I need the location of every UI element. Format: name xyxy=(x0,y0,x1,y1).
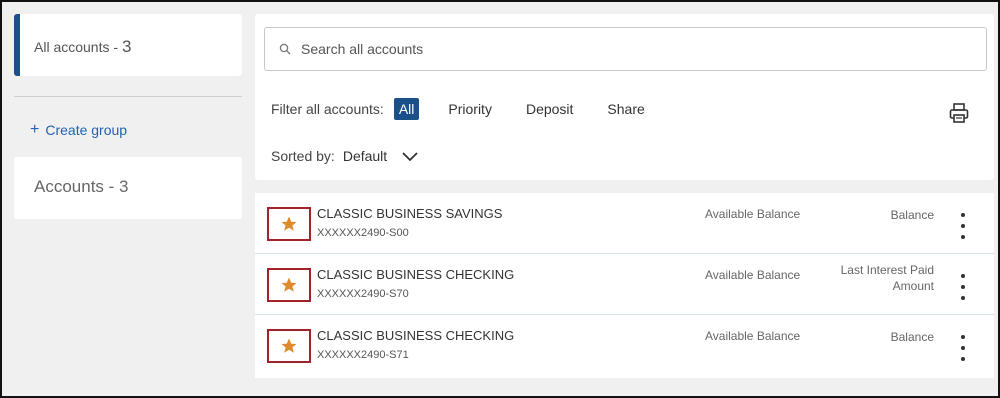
sidebar-item-accounts-group[interactable]: Accounts - 3 xyxy=(14,157,242,219)
favorite-star-button[interactable] xyxy=(267,268,311,302)
balance-label: Balance xyxy=(890,208,934,222)
account-row[interactable]: CLASSIC BUSINESS SAVINGS XXXXXX2490-S00 … xyxy=(255,193,994,254)
filter-option-deposit[interactable]: Deposit xyxy=(521,98,578,120)
star-icon xyxy=(281,277,297,292)
sort-control[interactable]: Sorted by: Default xyxy=(271,148,419,164)
create-group-link[interactable]: + Create group xyxy=(30,121,127,139)
filter-option-priority[interactable]: Priority xyxy=(443,98,497,120)
accounts-group-label: Accounts - 3 xyxy=(34,177,129,196)
filter-row: Filter all accounts: All Priority Deposi… xyxy=(271,98,674,120)
account-name[interactable]: CLASSIC BUSINESS SAVINGS xyxy=(317,206,502,221)
account-number: XXXXXX2490-S70 xyxy=(317,288,409,300)
account-number: XXXXXX2490-S71 xyxy=(317,349,409,361)
sidebar-divider xyxy=(14,96,242,97)
balance-label: Balance xyxy=(890,330,934,344)
sort-value: Default xyxy=(342,148,388,164)
more-options-icon[interactable] xyxy=(958,213,968,239)
account-number: XXXXXX2490-S00 xyxy=(317,227,409,239)
sidebar-item-all-accounts[interactable]: All accounts - 3 xyxy=(14,14,242,76)
account-name[interactable]: CLASSIC BUSINESS CHECKING xyxy=(317,267,514,282)
favorite-star-button[interactable] xyxy=(267,329,311,363)
available-balance-label: Available Balance xyxy=(705,268,801,282)
favorite-star-button[interactable] xyxy=(267,207,311,241)
more-options-icon[interactable] xyxy=(958,335,968,361)
filter-label: Filter all accounts: xyxy=(271,101,384,117)
account-name[interactable]: CLASSIC BUSINESS CHECKING xyxy=(317,328,514,343)
star-icon xyxy=(281,338,297,353)
filter-option-all[interactable]: All xyxy=(393,98,420,120)
account-row[interactable]: CLASSIC BUSINESS CHECKING XXXXXX2490-S70… xyxy=(255,254,994,315)
create-group-label: Create group xyxy=(45,122,128,138)
star-icon xyxy=(281,216,297,231)
search-input[interactable] xyxy=(301,41,901,57)
balance-label: Last Interest Paid Amount xyxy=(840,263,934,293)
chevron-down-icon xyxy=(402,152,418,162)
available-balance-label: Available Balance xyxy=(705,207,801,221)
search-icon xyxy=(279,42,293,56)
app-frame: All accounts - 3 + Create group Accounts… xyxy=(0,0,1000,398)
account-row[interactable]: CLASSIC BUSINESS CHECKING XXXXXX2490-S71… xyxy=(255,315,994,376)
accounts-list: CLASSIC BUSINESS SAVINGS XXXXXX2490-S00 … xyxy=(255,193,994,378)
search-box[interactable] xyxy=(264,27,987,71)
accounts-controls-panel: Filter all accounts: All Priority Deposi… xyxy=(255,14,994,180)
all-accounts-label: All accounts - 3 xyxy=(34,37,132,56)
available-balance-label: Available Balance xyxy=(705,329,801,343)
print-icon[interactable] xyxy=(948,102,970,124)
more-options-icon[interactable] xyxy=(958,274,968,300)
filter-option-share[interactable]: Share xyxy=(602,98,649,120)
sort-label: Sorted by: xyxy=(271,148,335,164)
plus-icon: + xyxy=(30,121,40,138)
